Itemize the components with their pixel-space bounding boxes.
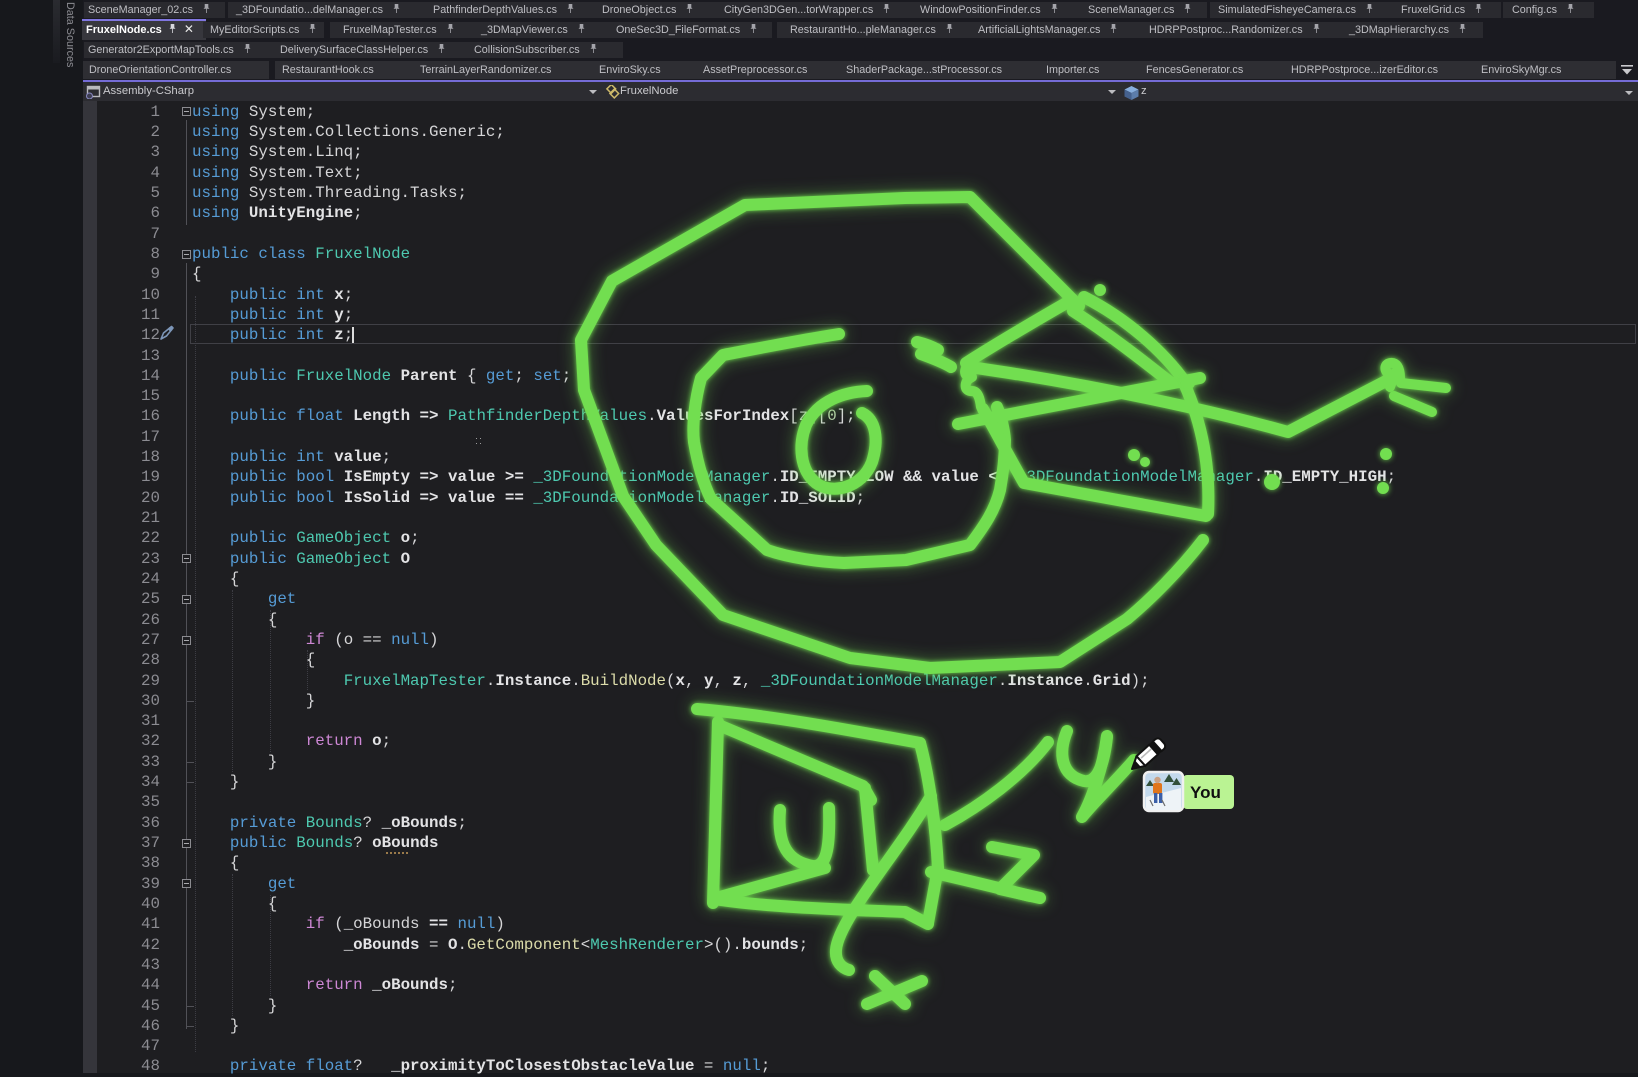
svg-text:You: You [1190, 783, 1221, 802]
